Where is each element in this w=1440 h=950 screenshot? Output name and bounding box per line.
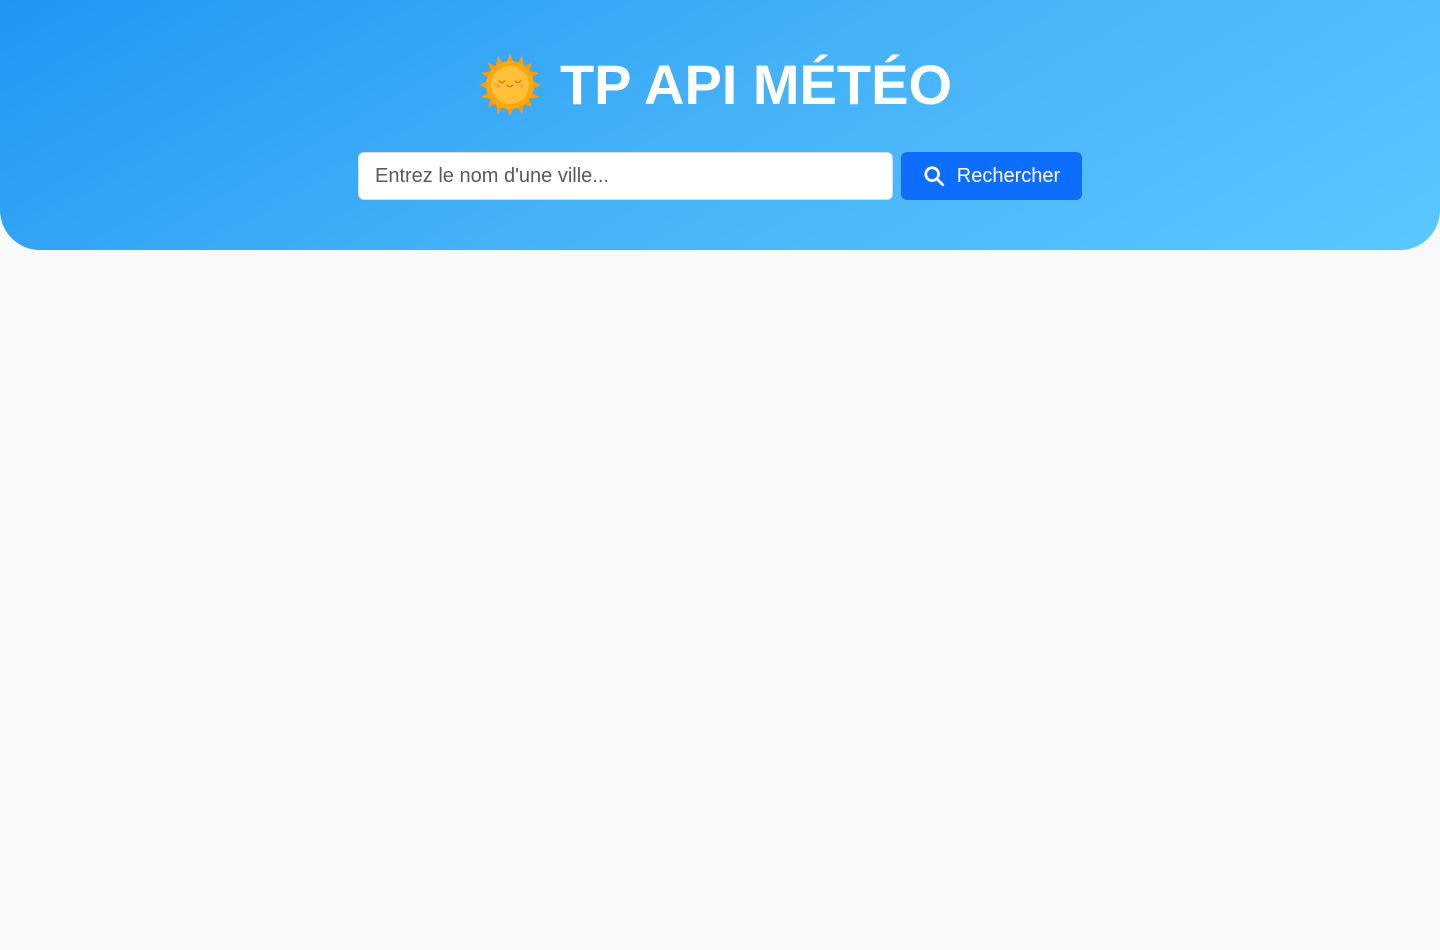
search-button[interactable]: Rechercher [901, 152, 1082, 200]
page-title: TP API MÉTÉO [559, 53, 953, 116]
search-icon [924, 166, 944, 187]
results-area [0, 250, 1440, 950]
header-banner: TP API MÉTÉO Rechercher [0, 0, 1440, 250]
sun-face-icon [478, 54, 541, 116]
search-button-label: Rechercher [956, 164, 1061, 187]
city-search-input[interactable] [358, 152, 893, 200]
title-row: TP API MÉTÉO [0, 52, 1440, 118]
